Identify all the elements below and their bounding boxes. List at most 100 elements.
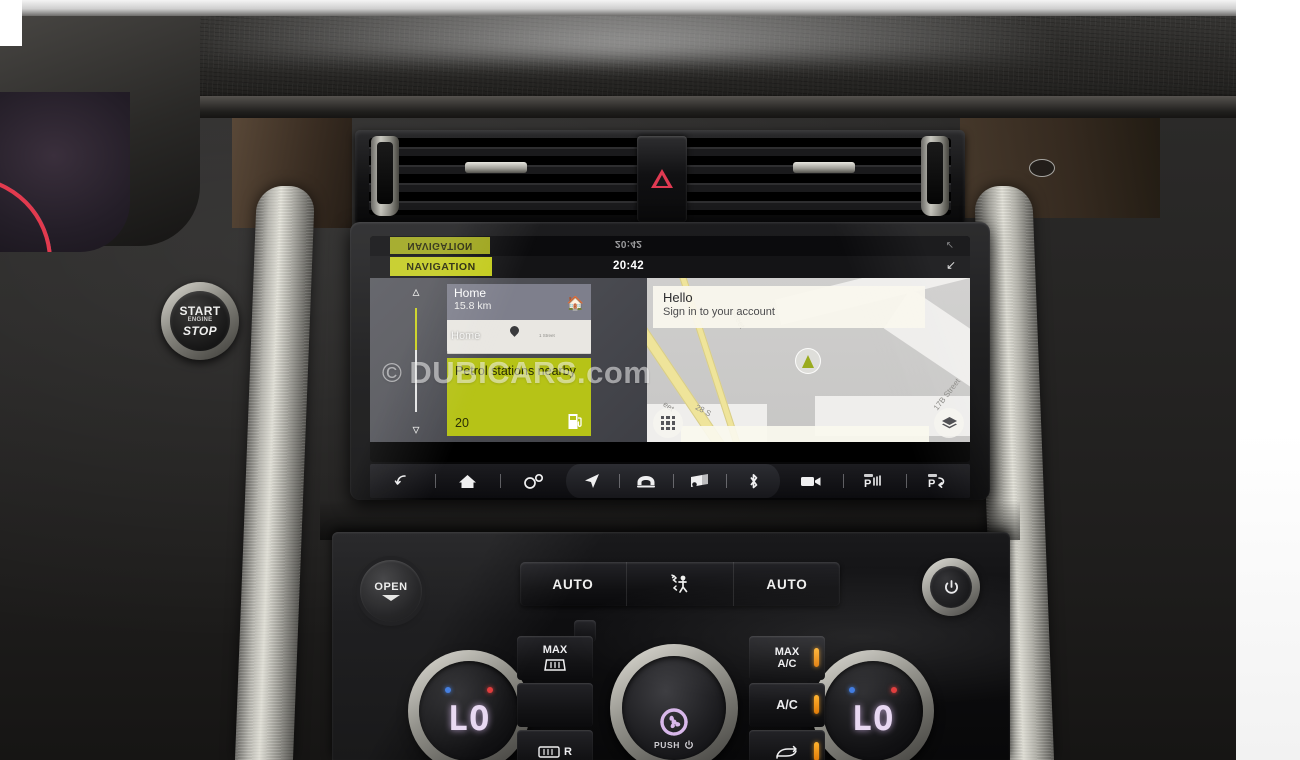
vent-wing-left[interactable] — [371, 136, 399, 216]
tab-navigation[interactable]: NAVIGATION — [390, 257, 492, 276]
vent-adjust-tab-left[interactable] — [465, 162, 527, 173]
map-layers-icon[interactable] — [934, 408, 964, 438]
reflection-nav-label: NAVIGATION — [407, 240, 473, 251]
ac-label: A/C — [776, 698, 798, 712]
tile-petrol-title: Petrol stations nearby — [455, 364, 576, 378]
max-ac-led — [814, 648, 819, 667]
screen-clock: 20:42 — [613, 260, 644, 272]
hazard-lights-button[interactable] — [637, 136, 687, 222]
panel-scroller[interactable]: ▵ ▿ — [392, 284, 440, 436]
navigation-icon[interactable] — [570, 464, 614, 498]
rear-defrost-button[interactable]: R — [517, 730, 593, 760]
toolbar-separator — [842, 474, 844, 488]
chevron-up-icon[interactable]: ▵ — [412, 284, 419, 298]
screen-toolbar[interactable]: P P — [370, 464, 970, 498]
auto-left-button[interactable]: AUTO — [520, 562, 627, 606]
ac-button[interactable]: A/C — [749, 683, 825, 727]
cold-indicator-dot — [445, 687, 451, 693]
tile-petrol-stations[interactable]: Petrol stations nearby 20 — [447, 358, 591, 436]
map-view[interactable]: Street 17B Street 28 S eet Hello Sign in… — [647, 278, 970, 442]
driver-temperature-dial[interactable]: LO — [408, 650, 530, 760]
open-label: OPEN — [374, 581, 408, 593]
photo-edge-left — [0, 0, 22, 46]
push-row: PUSH — [654, 740, 694, 750]
phone-icon[interactable] — [624, 464, 668, 498]
recirculation-icon — [776, 745, 797, 759]
engine-start-stop-button[interactable]: START ENGINE STOP — [161, 282, 239, 360]
rear-defrost-label: R — [564, 746, 572, 758]
tachometer-ticks — [0, 176, 52, 252]
blank-button[interactable] — [517, 683, 593, 727]
park-assist-icon[interactable]: P — [853, 464, 897, 498]
reflection-nav-tab: NAVIGATION — [390, 237, 490, 254]
max-ac-stack: MAX A/C — [775, 646, 799, 670]
power-icon — [685, 740, 693, 749]
park-exit-icon[interactable]: P — [917, 464, 961, 498]
max-ac-label-line1: MAX — [774, 645, 800, 658]
media-icon[interactable] — [678, 464, 722, 498]
photo-edge-right — [1236, 0, 1300, 400]
tile-home-header: Home 15.8 km 🏠 — [447, 284, 591, 320]
svg-text:P: P — [928, 478, 935, 490]
toolbar-zone-right: P P — [780, 464, 970, 498]
tile-home-minimap: Home 1 Street — [447, 320, 591, 354]
layers-glyph — [941, 416, 957, 428]
ac-led — [814, 695, 819, 714]
vent-wing-right[interactable] — [921, 136, 949, 216]
tile-petrol-count: 20 — [455, 416, 469, 430]
chevron-down-icon[interactable]: ▿ — [412, 422, 419, 436]
climate-power-button[interactable] — [922, 558, 980, 616]
rear-defrost-row: R — [538, 745, 572, 759]
sign-in-subtitle: Sign in to your account — [663, 306, 775, 319]
power-button-inner — [930, 566, 972, 608]
toolbar-zone-left — [370, 464, 566, 498]
auto-right-button[interactable]: AUTO — [734, 562, 840, 606]
auto-climate-bar: AUTO AUTO — [520, 562, 840, 606]
home-icon: 🏠 — [566, 295, 584, 311]
airflow-mode-button[interactable] — [627, 562, 734, 606]
apps-grid-icon[interactable] — [653, 408, 683, 438]
toolbar-separator — [618, 474, 620, 488]
fan-speed-dial[interactable]: PUSH — [610, 644, 738, 760]
start-label: START — [179, 303, 221, 318]
bluetooth-icon[interactable] — [732, 464, 776, 498]
infotainment-screen[interactable]: NAVIGATION 20:42 ↙ NAVIGATION 20:42 ↙ ▵ — [370, 236, 970, 462]
glovebox-open-button[interactable]: OPEN — [360, 560, 422, 622]
grid-dots — [660, 415, 676, 431]
recirculation-button[interactable] — [749, 730, 825, 760]
max-ac-button[interactable]: MAX A/C — [749, 636, 825, 680]
reflection-expand-icon: ↙ — [945, 239, 954, 250]
tile-home-map-label: Home — [451, 330, 481, 342]
back-icon[interactable] — [380, 464, 424, 498]
tile-home[interactable]: Home 15.8 km 🏠 Home 1 Street — [447, 284, 591, 354]
home-icon[interactable] — [446, 464, 490, 498]
sign-in-card[interactable]: Hello Sign in to your account — [653, 286, 925, 328]
cold-indicator-dot — [849, 687, 855, 693]
left-button-column: MAX R — [517, 636, 593, 760]
toolbar-separator — [726, 474, 728, 488]
fan-dial-face: PUSH — [622, 656, 726, 760]
max-defrost-button[interactable]: MAX — [517, 636, 593, 680]
navigation-side-panel: ▵ ▿ Home 15.8 km 🏠 Home 1 Street Petrol … — [370, 278, 647, 442]
scrollbar-track[interactable] — [414, 308, 418, 412]
chevron-down-icon — [382, 595, 400, 601]
rear-defrost-icon — [538, 746, 560, 758]
camera-icon[interactable] — [789, 464, 833, 498]
vehicle-heading-icon — [795, 348, 821, 374]
stop-label: STOP — [182, 323, 218, 338]
expand-arrow-icon[interactable]: ↙ — [946, 259, 956, 271]
scrollbar-thumb[interactable] — [414, 308, 418, 350]
svg-text:P: P — [864, 478, 871, 490]
driver-temp-value: LO — [447, 699, 491, 739]
toolbar-separator — [672, 474, 674, 488]
toolbar-separator — [500, 474, 502, 488]
max-ac-label-line2: A/C — [777, 658, 797, 670]
instrument-cluster: 6 7 — [0, 92, 130, 252]
max-defrost-label: MAX — [542, 643, 568, 656]
settings-icon[interactable] — [512, 464, 556, 498]
screen-reflection: NAVIGATION 20:42 ↙ — [370, 236, 970, 256]
vent-adjust-tab-right[interactable] — [793, 162, 855, 173]
fan-icon — [660, 708, 688, 736]
warm-indicator-dot — [891, 687, 897, 693]
passenger-temperature-dial[interactable]: LO — [812, 650, 934, 760]
